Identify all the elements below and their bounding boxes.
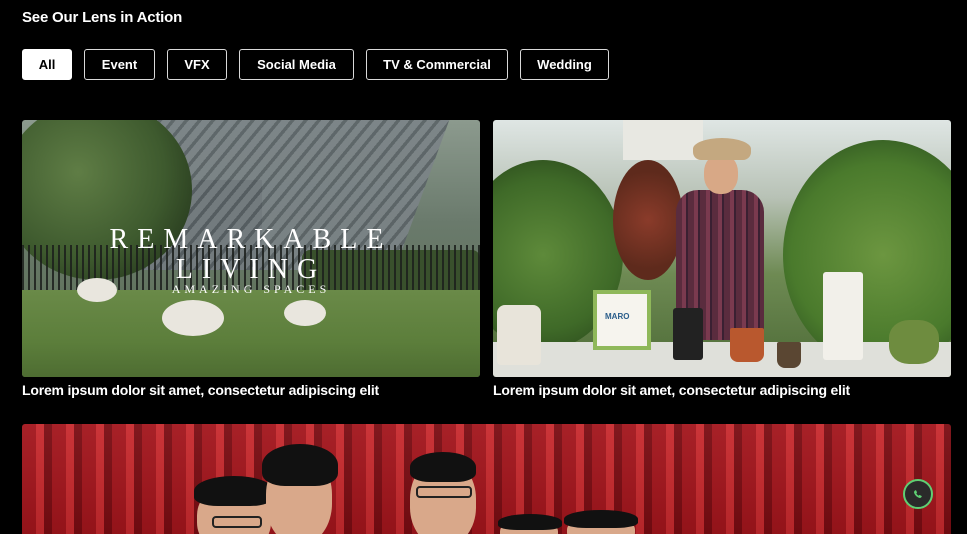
filter-event[interactable]: Event <box>84 49 155 80</box>
card-caption[interactable]: Lorem ipsum dolor sit amet, consectetur … <box>493 382 850 398</box>
video-thumbnail[interactable] <box>22 424 951 534</box>
whatsapp-button[interactable] <box>903 479 933 509</box>
video-thumbnail[interactable]: MARO <box>493 120 951 377</box>
overlay-subtitle: AMAZING SPACES <box>171 282 331 296</box>
whatsapp-icon <box>914 490 922 498</box>
filter-tv-commercial[interactable]: TV & Commercial <box>366 49 508 80</box>
filter-vfx[interactable]: VFX <box>167 49 227 80</box>
filter-social-media[interactable]: Social Media <box>239 49 354 80</box>
product-sign: MARO <box>593 290 651 350</box>
portfolio-card[interactable]: REMARKABLE LIVING AMAZING SPACES Lorem i… <box>22 120 480 405</box>
portfolio-card[interactable] <box>22 424 951 534</box>
card-caption[interactable]: Lorem ipsum dolor sit amet, consectetur … <box>22 382 379 398</box>
filter-all[interactable]: All <box>22 49 72 80</box>
video-thumbnail[interactable]: REMARKABLE LIVING AMAZING SPACES <box>22 120 480 377</box>
section-title: See Our Lens in Action <box>22 9 183 26</box>
filter-wedding[interactable]: Wedding <box>520 49 609 80</box>
portfolio-card[interactable]: MARO Lorem ipsum dolor sit amet, consect… <box>493 120 951 405</box>
overlay-title-line1: REMARKABLE <box>109 224 393 255</box>
